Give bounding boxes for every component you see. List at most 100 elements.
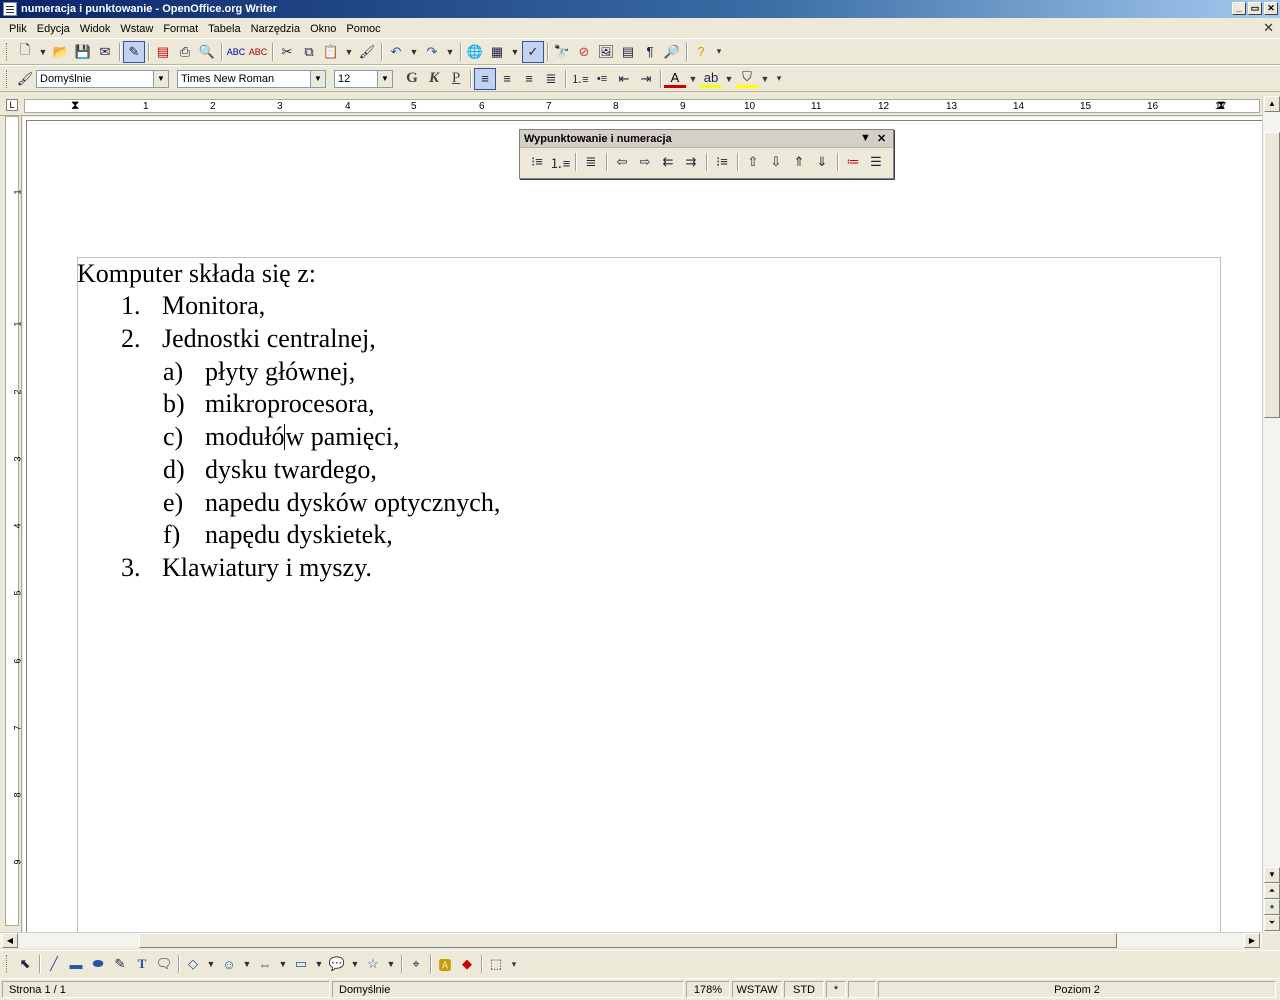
cut-icon[interactable]: ✂ <box>276 41 298 63</box>
export-pdf-icon[interactable]: ▤ <box>152 41 174 63</box>
sublist-item[interactable]: napedu dysków optycznych, <box>205 488 500 518</box>
panel-header[interactable]: Wypunktowanie i numeracja ▼ ✕ <box>520 130 893 148</box>
autospellcheck-icon[interactable]: ABC <box>247 41 269 63</box>
next-page-icon[interactable]: ⏷ <box>1264 915 1280 931</box>
close-window-button[interactable]: ✕ <box>1264 2 1278 15</box>
indent-marker-icon[interactable]: ⧗ <box>71 98 79 113</box>
show-draw-functions-icon[interactable]: ✓ <box>522 40 544 63</box>
callouts-icon[interactable]: 🗨 <box>153 953 175 975</box>
clone-formatting-icon[interactable]: 🖌 <box>356 41 378 63</box>
numbering-icon[interactable]: ⒈≡ <box>569 68 591 90</box>
bullets-numbering-dialog-icon[interactable]: ☰ <box>865 151 887 173</box>
promote-with-subpoints-icon[interactable]: ⇉ <box>680 151 702 173</box>
paragraph-style-select[interactable]: Domyślnie ▼ <box>36 69 169 88</box>
navigator-icon[interactable]: ⊘ <box>573 41 595 63</box>
stars-icon[interactable]: ☆ <box>362 953 384 975</box>
close-document-icon[interactable]: ✕ <box>1263 20 1274 36</box>
digital-signature-indicator[interactable] <box>848 981 876 998</box>
menu-format[interactable]: Format <box>158 23 203 35</box>
tab-stop-selector-icon[interactable]: L <box>6 99 18 111</box>
list-item[interactable]: Jednostki centralnej, <box>162 324 376 354</box>
email-icon[interactable]: ✉ <box>94 41 116 63</box>
callout-shapes-icon[interactable]: 💬 <box>326 953 348 975</box>
sublist-item[interactable]: mikroprocesora, <box>205 389 375 419</box>
line-icon[interactable]: ╱ <box>43 953 65 975</box>
restore-button[interactable]: ▭ <box>1248 2 1262 15</box>
increase-indent-icon[interactable]: ⇥ <box>635 68 657 90</box>
hyperlink-icon[interactable]: 🌐 <box>464 41 486 63</box>
sublist-item[interactable]: płyty głównej, <box>205 357 355 387</box>
zoom-indicator[interactable]: 178% <box>686 981 730 998</box>
highlight-dropdown-icon[interactable]: ▼ <box>722 68 736 90</box>
menu-edycja[interactable]: Edycja <box>32 23 75 35</box>
insert-unnumbered-entry-icon[interactable]: ⁝≡ <box>711 151 733 173</box>
flowcharts-icon[interactable]: ▭ <box>290 953 312 975</box>
text-icon[interactable]: T <box>131 953 153 975</box>
chevron-down-icon[interactable]: ▼ <box>377 70 392 87</box>
italic-button[interactable]: K <box>423 68 445 90</box>
horizontal-ruler[interactable]: L 1 2 3 4 5 6 7 8 9 10 11 12 13 14 15 16… <box>0 96 1262 116</box>
menu-pomoc[interactable]: Pomoc <box>341 23 385 35</box>
points-icon[interactable]: ⌖ <box>405 953 427 975</box>
align-right-icon[interactable]: ≡ <box>518 68 540 90</box>
demote-icon[interactable]: ⇦ <box>611 151 633 173</box>
new-dropdown-icon[interactable]: ▼ <box>36 41 50 63</box>
vertical-ruler[interactable]: 1 1 2 3 4 5 6 7 8 9 <box>0 116 23 932</box>
save-icon[interactable]: 💾 <box>72 41 94 63</box>
sublist-item[interactable]: napędu dyskietek, <box>205 520 393 550</box>
horizontal-scrollbar[interactable]: ◀ ▶ <box>0 932 1262 948</box>
numbering-off-icon[interactable]: ⁝≡ <box>526 151 548 173</box>
menu-widok[interactable]: Widok <box>75 23 116 35</box>
paste-dropdown-icon[interactable]: ▼ <box>342 41 356 63</box>
numbering-on-off-icon[interactable]: ⒈≡ <box>549 151 571 173</box>
font-color-icon[interactable]: A <box>664 70 686 88</box>
insert-mode-indicator[interactable]: WSTAW <box>732 981 782 998</box>
font-name-select[interactable]: Times New Roman ▼ <box>177 69 326 88</box>
bold-button[interactable]: G <box>401 68 423 90</box>
previous-page-icon[interactable]: ⏶ <box>1264 883 1280 899</box>
list-item[interactable]: Klawiatury i myszy. <box>162 553 372 583</box>
fontwork-gallery-icon[interactable]: 🅰 <box>434 953 456 975</box>
font-color-dropdown-icon[interactable]: ▼ <box>686 68 700 90</box>
styles-formatting-icon[interactable]: 🖌 <box>14 68 36 90</box>
help-icon[interactable]: ? <box>690 41 712 63</box>
table-dropdown-icon[interactable]: ▼ <box>508 41 522 63</box>
gallery-icon[interactable]: 🖼 <box>595 41 617 63</box>
formatting-marks-icon[interactable]: ¶ <box>639 41 661 63</box>
callout-shapes-dropdown-icon[interactable]: ▼ <box>348 953 362 975</box>
menu-okno[interactable]: Okno <box>305 23 341 35</box>
list-item[interactable]: Monitora, <box>162 291 265 321</box>
undo-dropdown-icon[interactable]: ▼ <box>407 41 421 63</box>
move-up-icon[interactable]: ⇧ <box>742 151 764 173</box>
horizontal-scroll-thumb[interactable] <box>139 933 1117 948</box>
symbol-shapes-dropdown-icon[interactable]: ▼ <box>240 953 254 975</box>
move-up-with-subpoints-icon[interactable]: ⇑ <box>788 151 810 173</box>
from-file-icon[interactable]: ◆ <box>456 953 478 975</box>
find-replace-icon[interactable]: 🔭 <box>551 41 573 63</box>
data-sources-icon[interactable]: ▤ <box>617 41 639 63</box>
font-size-select[interactable]: 12 ▼ <box>334 69 393 88</box>
zoom-icon[interactable]: 🔎 <box>661 41 683 63</box>
paste-icon[interactable]: 📋 <box>320 41 342 63</box>
sublist-item[interactable]: modułów pamięci, <box>205 422 400 452</box>
justify-icon[interactable]: ≣ <box>540 68 562 90</box>
panel-menu-icon[interactable]: ▼ <box>860 132 871 144</box>
panel-close-icon[interactable]: ✕ <box>877 132 886 145</box>
edit-mode-icon[interactable]: ✎ <box>123 40 145 63</box>
menu-narzedzia[interactable]: Narzędzia <box>246 23 306 35</box>
block-arrows-icon[interactable]: ⇔ <box>254 953 276 975</box>
minimize-button[interactable]: _ <box>1232 2 1246 15</box>
menu-tabela[interactable]: Tabela <box>203 23 245 35</box>
page-indicator[interactable]: Strona 1 / 1 <box>2 981 330 998</box>
scroll-down-icon[interactable]: ▼ <box>1264 867 1280 883</box>
block-arrows-dropdown-icon[interactable]: ▼ <box>276 953 290 975</box>
toolbar-grip[interactable] <box>6 955 10 973</box>
move-down-with-subpoints-icon[interactable]: ⇓ <box>811 151 833 173</box>
scroll-left-icon[interactable]: ◀ <box>2 933 18 948</box>
freeform-line-icon[interactable]: ✎ <box>109 953 131 975</box>
background-dropdown-icon[interactable]: ▼ <box>758 68 772 90</box>
spellcheck-icon[interactable]: ABC <box>225 41 247 63</box>
toolbar-grip[interactable] <box>6 69 10 88</box>
scroll-right-icon[interactable]: ▶ <box>1244 933 1260 948</box>
print-icon[interactable]: ⎙ <box>174 41 196 63</box>
